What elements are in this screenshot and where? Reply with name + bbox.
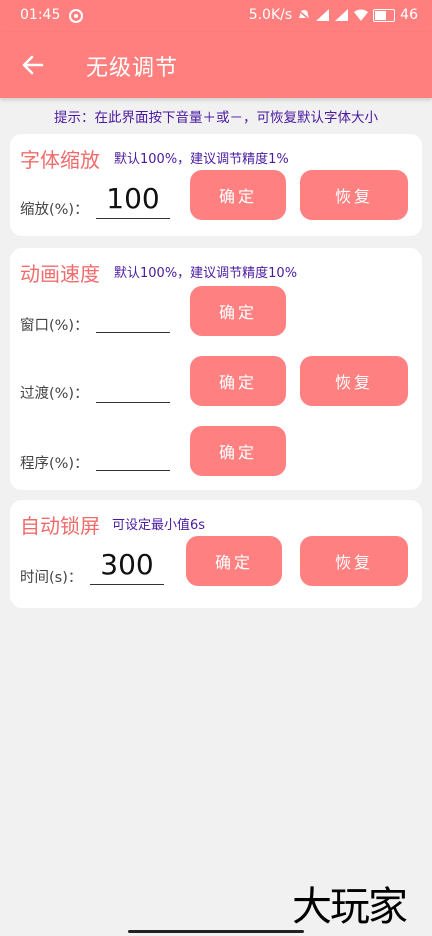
auto-lock-title: 自动锁屏 [20,514,100,538]
status-bar: 01:45 5.0K/s 46 [0,0,432,32]
auto-lock-restore-button[interactable]: 恢复 [300,536,408,586]
battery-level: 46 [400,7,418,23]
program-input[interactable] [96,432,170,471]
font-scale-restore-button[interactable]: 恢复 [300,170,408,220]
net-speed: 5.0K/s [248,7,293,23]
font-scale-card: 字体缩放 默认100%，建议调节精度1% 缩放(%)： 100 确定 恢复 [10,134,422,236]
program-label: 程序(%)： [20,456,89,472]
auto-lock-input[interactable]: 300 [90,546,164,585]
anim-speed-card: 动画速度 默认100%，建议调节精度10% 窗口(%)： 确定 过渡(%)： 确… [10,248,422,490]
window-input[interactable] [96,294,170,333]
watermark-logo: 大玩家 [292,884,408,930]
font-scale-note: 默认100%，建议调节精度1% [114,152,289,167]
font-scale-label: 缩放(%)： [20,202,89,218]
hint-text: 提示：在此界面按下音量＋或－，可恢复默认字体大小 [54,110,378,126]
font-scale-title: 字体缩放 [20,148,100,172]
transition-confirm-button[interactable]: 确定 [190,356,286,406]
wifi-icon [354,9,369,21]
anim-speed-title: 动画速度 [20,262,100,286]
status-time: 01:45 [20,7,61,23]
silent-bell-icon [297,9,311,21]
auto-lock-card: 自动锁屏 可设定最小值6s 时间(s)： 300 确定 恢复 [10,500,422,608]
page-title: 无级调节 [86,56,179,81]
auto-lock-label: 时间(s)： [20,570,83,586]
font-scale-confirm-button[interactable]: 确定 [190,170,286,220]
back-arrow-icon[interactable] [20,52,46,78]
auto-lock-note: 可设定最小值6s [112,518,206,533]
window-label: 窗口(%)： [20,318,89,334]
font-scale-input[interactable]: 100 [96,180,170,219]
program-confirm-button[interactable]: 确定 [190,426,286,476]
window-confirm-button[interactable]: 确定 [190,286,286,336]
app-notification-icon [69,9,83,23]
transition-input[interactable] [96,364,170,403]
status-right: 5.0K/s 46 [249,7,418,23]
transition-label: 过渡(%)： [20,386,89,402]
signal-icon [316,9,330,21]
gesture-nav-bar[interactable] [128,930,304,933]
transition-restore-button[interactable]: 恢复 [300,356,408,406]
app-bar: 无级调节 [0,32,432,98]
signal-icon-2 [335,9,349,21]
auto-lock-confirm-button[interactable]: 确定 [186,536,282,586]
anim-speed-note: 默认100%，建议调节精度10% [114,266,298,281]
battery-icon [373,8,396,22]
